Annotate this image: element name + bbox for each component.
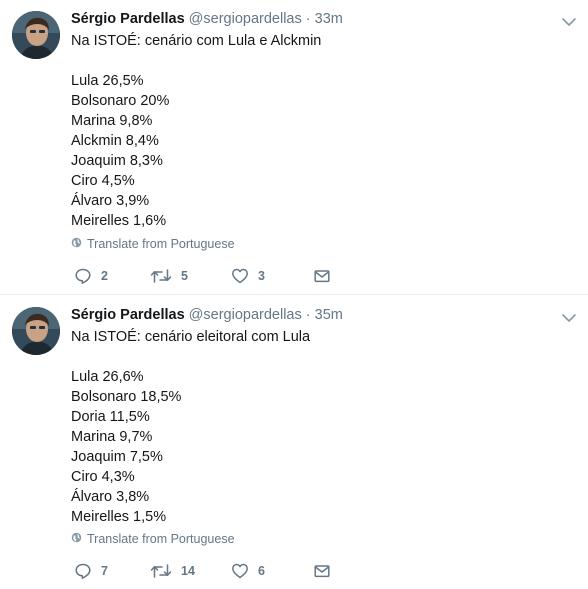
like-count: 6 [258,564,265,578]
heart-icon[interactable] [231,267,249,285]
tweet-line: Marina 9,7% [71,429,153,445]
reply-button[interactable]: 7 [74,560,108,582]
author-handle[interactable]: @sergiopardellas [189,11,302,27]
direct-message-button[interactable] [314,560,330,582]
translate-label[interactable]: Translate from Portuguese [87,237,235,251]
like-button[interactable]: 3 [231,265,265,287]
tweet-line: Álvaro 3,8% [71,489,150,505]
author-name[interactable]: Sérgio Pardellas [71,307,185,323]
author-handle[interactable]: @sergiopardellas [189,307,302,323]
tweet-line: Bolsonaro 18,5% [71,389,182,405]
envelope-icon[interactable] [314,563,330,579]
tweet-header: Sérgio Pardellas @sergiopardellas · 33m [71,9,343,29]
chevron-down-icon[interactable] [562,310,576,322]
separator: · [305,307,311,323]
tweet-line: Alckmin 8,4% [71,133,159,149]
retweet-button[interactable]: 5 [150,265,188,287]
timestamp[interactable]: 33m [315,11,343,27]
tweet-line: Joaquim 7,5% [71,449,163,465]
like-button[interactable]: 6 [231,560,265,582]
globe-icon [71,237,82,251]
timestamp[interactable]: 35m [315,307,343,323]
tweet-line: Na ISTOÉ: cenário eleitoral com Lula [71,329,311,345]
tweet-line: Ciro 4,3% [71,469,135,485]
tweet-line: Lula 26,6% [71,369,144,385]
retweet-icon[interactable] [150,267,172,285]
tweet-line: Marina 9,8% [71,113,153,129]
chevron-down-icon[interactable] [562,14,576,26]
author-name[interactable]: Sérgio Pardellas [71,11,185,27]
globe-icon [71,532,82,546]
tweet-actions: 2 5 3 [71,265,341,287]
heart-icon[interactable] [231,562,249,580]
tweet-line: Lula 26,5% [71,73,144,89]
tweet-line: Doria 11,5% [71,409,150,425]
retweet-button[interactable]: 14 [150,560,195,582]
avatar[interactable] [12,11,60,59]
retweet-icon[interactable] [150,562,172,580]
reply-count: 2 [101,269,108,283]
tweet[interactable]: Sérgio Pardellas @sergiopardellas · 33m … [0,0,588,295]
tweet-text: Na ISTOÉ: cenário com Lula e Alckmin Lul… [71,31,321,231]
tweet-text: Na ISTOÉ: cenário eleitoral com Lula Lul… [71,327,310,527]
separator: · [305,11,311,27]
tweet-line: Meirelles 1,5% [71,509,167,525]
retweet-count: 14 [181,564,195,578]
reply-icon[interactable] [74,267,92,285]
tweet-line: Bolsonaro 20% [71,93,170,109]
tweet-actions: 7 14 6 [71,560,341,582]
tweet-header: Sérgio Pardellas @sergiopardellas · 35m [71,305,343,325]
tweet-line: Meirelles 1,6% [71,213,167,229]
reply-icon[interactable] [74,562,92,580]
translate-link[interactable]: Translate from Portuguese [71,532,235,546]
translate-link[interactable]: Translate from Portuguese [71,237,235,251]
tweet-line: Na ISTOÉ: cenário com Lula e Alckmin [71,33,322,49]
tweet[interactable]: Sérgio Pardellas @sergiopardellas · 35m … [0,296,588,589]
avatar[interactable] [12,307,60,355]
envelope-icon[interactable] [314,268,330,284]
tweet-line: Joaquim 8,3% [71,153,163,169]
retweet-count: 5 [181,269,188,283]
tweet-line: Ciro 4,5% [71,173,135,189]
translate-label[interactable]: Translate from Portuguese [87,532,235,546]
reply-count: 7 [101,564,108,578]
like-count: 3 [258,269,265,283]
direct-message-button[interactable] [314,265,330,287]
tweet-line: Álvaro 3,9% [71,193,150,209]
reply-button[interactable]: 2 [74,265,108,287]
